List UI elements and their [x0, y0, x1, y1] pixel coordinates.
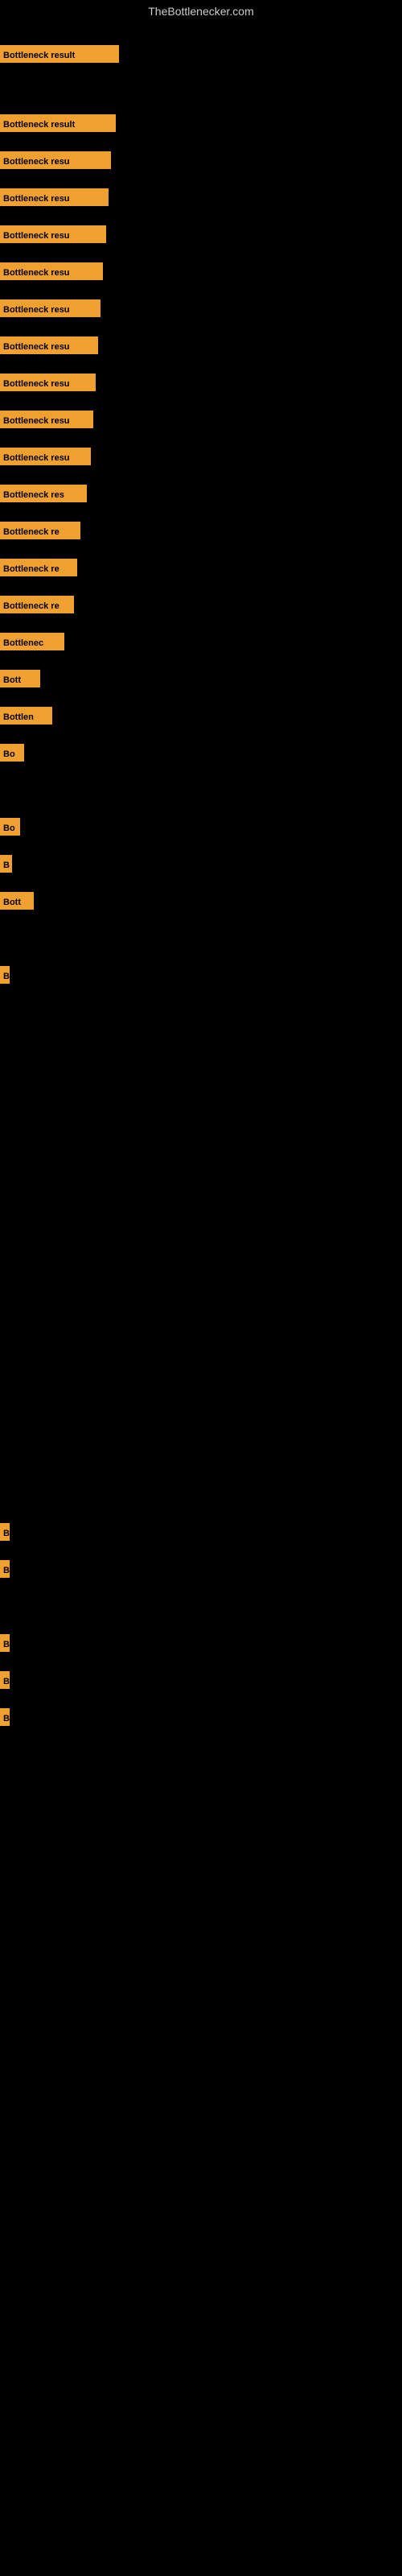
bar-label: B [0, 1708, 10, 1726]
bottleneck-bar: Bo [0, 744, 24, 762]
bottleneck-bar: Bottleneck resu [0, 299, 100, 317]
bar-label: B [0, 1634, 10, 1652]
bar-label: Bo [0, 744, 24, 762]
bottleneck-bar: Bottleneck result [0, 45, 119, 63]
bottleneck-bar: Bott [0, 670, 40, 687]
bar-label: Bott [0, 892, 34, 910]
bar-label: Bottleneck res [0, 485, 87, 502]
bar-label: Bottleneck re [0, 522, 80, 539]
bottleneck-bar: Bottleneck re [0, 596, 74, 613]
bar-label: Bottleneck re [0, 559, 77, 576]
bar-label: Bottleneck resu [0, 336, 98, 354]
bar-label: Bottleneck resu [0, 262, 103, 280]
bar-label: B [0, 966, 10, 984]
bottleneck-bar: Bottleneck resu [0, 188, 109, 206]
bottleneck-bar: Bottleneck resu [0, 225, 106, 243]
bottleneck-bar: Bottleneck resu [0, 262, 103, 280]
bottleneck-bar: B [0, 1560, 10, 1578]
bottleneck-bar: Bottleneck resu [0, 411, 93, 428]
bottleneck-bar: B [0, 1523, 10, 1541]
site-title: TheBottlenecker.com [0, 0, 402, 23]
bar-label: B [0, 1560, 10, 1578]
bar-label: B [0, 1671, 10, 1689]
bar-label: Bottleneck resu [0, 188, 109, 206]
bottleneck-bar: B [0, 1634, 10, 1652]
bar-label: Bottleneck resu [0, 374, 96, 391]
bar-label: Bottlenec [0, 633, 64, 650]
bottleneck-bar: Bottleneck re [0, 522, 80, 539]
bar-label: Bottleneck re [0, 596, 74, 613]
bar-label: Bottleneck resu [0, 411, 93, 428]
bar-label: Bo [0, 818, 20, 836]
bar-label: Bottleneck resu [0, 225, 106, 243]
bar-label: Bottleneck resu [0, 151, 111, 169]
bar-label: Bottleneck result [0, 114, 116, 132]
bar-label: Bottleneck resu [0, 299, 100, 317]
bar-label: B [0, 1523, 10, 1541]
bar-label: Bottleneck result [0, 45, 119, 63]
bottleneck-bar: Bottleneck resu [0, 448, 91, 465]
bar-label: B [0, 855, 12, 873]
bottleneck-bar: Bottleneck resu [0, 374, 96, 391]
bottleneck-bar: Bo [0, 818, 20, 836]
bottleneck-bar: B [0, 1708, 10, 1726]
bar-label: Bottlen [0, 707, 52, 724]
bottleneck-bar: B [0, 1671, 10, 1689]
bottleneck-bar: Bottlen [0, 707, 52, 724]
bottleneck-bar: Bottleneck result [0, 114, 116, 132]
bottleneck-bar: Bottleneck res [0, 485, 87, 502]
bottleneck-bar: Bottleneck re [0, 559, 77, 576]
bar-label: Bott [0, 670, 40, 687]
bottleneck-bar: Bottleneck resu [0, 336, 98, 354]
bottleneck-bar: Bottleneck resu [0, 151, 111, 169]
bar-label: Bottleneck resu [0, 448, 91, 465]
bottleneck-bar: B [0, 855, 12, 873]
bottleneck-bar: B [0, 966, 10, 984]
bottleneck-bar: Bottlenec [0, 633, 64, 650]
bottleneck-bar: Bott [0, 892, 34, 910]
